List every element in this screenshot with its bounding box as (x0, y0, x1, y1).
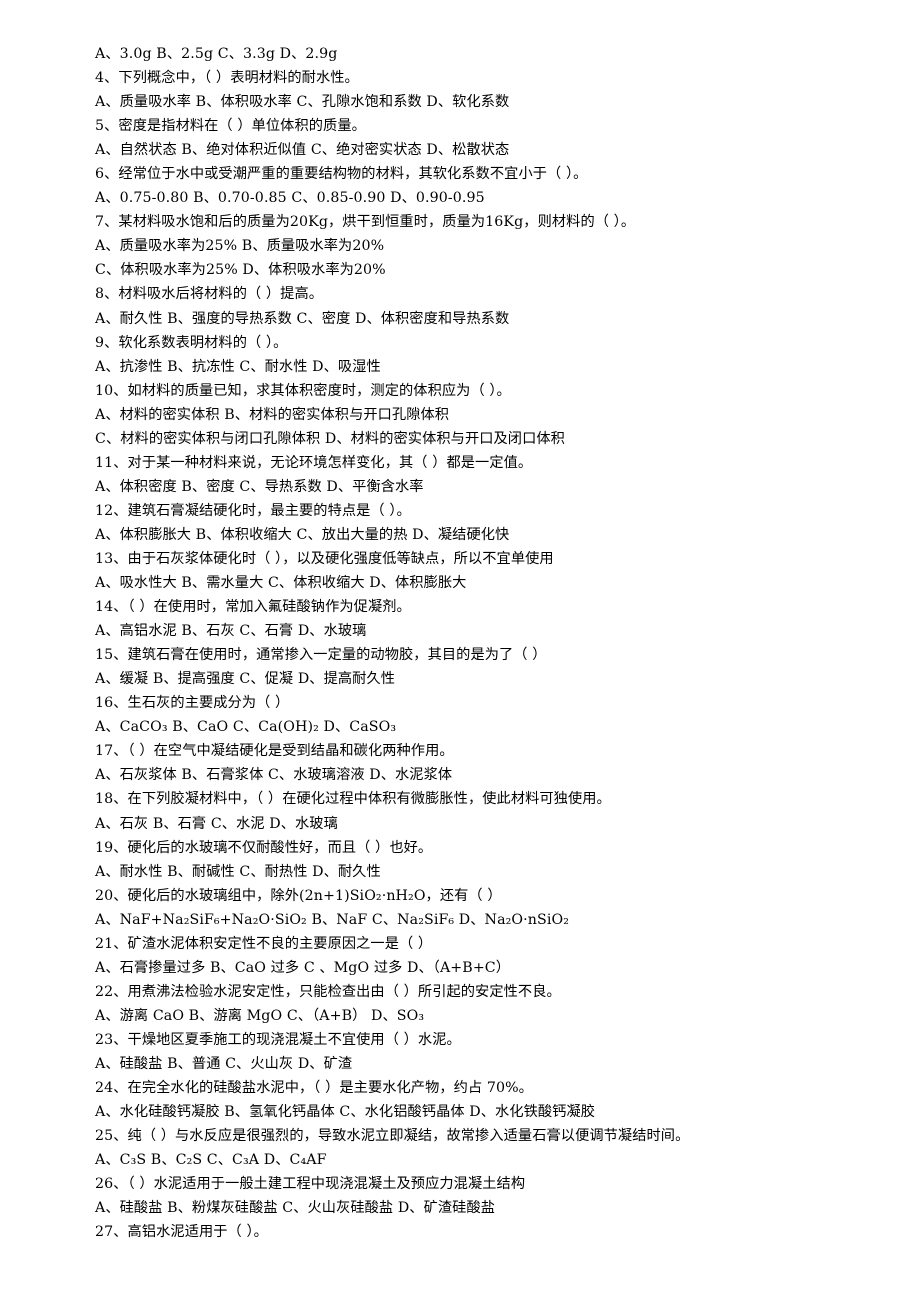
exam-line: A、3.0g B、2.5g C、3.3g D、2.9g (95, 46, 338, 62)
exam-line: 26、（ ）水泥适用于一般土建工程中现浇混凝土及预应力混凝土结构 (95, 1176, 526, 1193)
exam-line: A、吸水性大 B、需水量大 C、体积收缩大 D、体积膨胀大 (95, 575, 467, 592)
exam-line: 21、矿渣水泥体积安定性不良的主要原因之一是（ ） (95, 935, 433, 952)
exam-page: A、3.0g B、2.5g C、3.3g D、2.9g 4、下列概念中，（ ）表明… (0, 0, 920, 1302)
exam-line: A、硅酸盐 B、粉煤灰硅酸盐 C、火山灰硅酸盐 D、矿渣硅酸盐 (95, 1200, 496, 1217)
exam-line: A、体积膨胀大 B、体积收缩大 C、放出大量的热 D、凝结硬化快 (95, 526, 510, 543)
exam-line: A、耐久性 B、强度的导热系数 C、密度 D、体积密度和导热系数 (95, 310, 510, 327)
exam-line: A、材料的密实体积 B、材料的密实体积与开口孔隙体积 (95, 406, 450, 423)
exam-line: 13、由于石灰浆体硬化时（ ），以及硬化强度低等缺点，所以不宜单使用 (95, 550, 554, 567)
exam-line: A、体积密度 B、密度 C、导热系数 D、平衡含水率 (95, 478, 424, 495)
exam-line: 20、硬化后的水玻璃组中，除外(2n+1)SiO₂·nH₂O，还有（ ） (95, 887, 502, 904)
exam-line: 7、某材料吸水饱和后的质量为20Kg，烘干到恒重时，质量为16Kg，则材料的（ … (95, 214, 636, 231)
exam-line: A、质量吸水率 B、体积吸水率 C、孔隙水饱和系数 D、软化系数 (95, 94, 510, 111)
exam-line: A、石灰浆体 B、石膏浆体 C、水玻璃溶液 D、水泥浆体 (95, 767, 453, 784)
exam-line: 14、（ ）在使用时，常加入氟硅酸钠作为促凝剂。 (95, 599, 411, 616)
exam-line: 25、纯（ ）与水反应是很强烈的，导致水泥立即凝结，故常掺入适量石膏以便调节凝结… (95, 1128, 690, 1145)
exam-line: 16、生石灰的主要成分为（ ） (95, 695, 290, 712)
exam-line: 4、下列概念中，（ ）表明材料的耐水性。 (95, 70, 359, 87)
exam-line: 6、经常位于水中或受潮严重的重要结构物的材料，其软化系数不宜小于（ ）。 (95, 166, 588, 183)
exam-line: A、游离 CaO B、游离 MgO C、（A+B） D、SO₃ (95, 1007, 425, 1024)
exam-line: C、材料的密实体积与闭口孔隙体积 D、材料的密实体积与开口及闭口体积 (95, 430, 565, 447)
exam-line: 22、用煮沸法检验水泥安定性，只能检查出由（ ）所引起的安定性不良。 (95, 983, 561, 1000)
exam-line: A、硅酸盐 B、普通 C、火山灰 D、矿渣 (95, 1055, 353, 1072)
exam-line: 15、建筑石膏在使用时，通常掺入一定量的动物胶，其目的是为了（ ） (95, 647, 547, 664)
exam-line: 11、对于某一种材料来说，无论环境怎样变化，其（ ）都是一定值。 (95, 454, 533, 471)
exam-line: 23、干燥地区夏季施工的现浇混凝土不宜使用（ ）水泥。 (95, 1031, 461, 1048)
exam-line: A、自然状态 B、绝对体积近似值 C、绝对密实状态 D、松散状态 (95, 142, 510, 159)
exam-line: A、石膏掺量过多 B、CaO 过多 C 、MgO 过多 D、（A+B+C） (95, 959, 511, 976)
exam-line: 19、硬化后的水玻璃不仅耐酸性好，而且（ ）也好。 (95, 839, 433, 856)
exam-line: A、CaCO₃ B、CaO C、Ca(OH)₂ D、CaSO₃ (95, 719, 397, 736)
exam-line: A、C₃S B、C₂S C、C₃A D、C₄AF (95, 1152, 327, 1169)
exam-line: A、质量吸水率为25% B、质量吸水率为20% (95, 238, 385, 255)
exam-line: 18、在下列胶凝材料中，（ ）在硬化过程中体积有微膨胀性，使此材料可独使用。 (95, 791, 611, 808)
exam-line: 9、软化系数表明材料的（ ）。 (95, 334, 288, 351)
exam-line: A、缓凝 B、提高强度 C、促凝 D、提高耐久性 (95, 671, 396, 688)
exam-line: 17、（ ）在空气中凝结硬化是受到结晶和碳化两种作用。 (95, 743, 454, 760)
exam-line: A、水化硅酸钙凝胶 B、氢氧化钙晶体 C、水化铝酸钙晶体 D、水化铁酸钙凝胶 (95, 1104, 596, 1121)
exam-line: A、高铝水泥 B、石灰 C、石膏 D、水玻璃 (95, 623, 367, 640)
exam-line: 8、材料吸水后将材料的（ ）提高。 (95, 286, 324, 303)
exam-line: 27、高铝水泥适用于（ ）。 (95, 1224, 268, 1241)
exam-line: C、体积吸水率为25% D、体积吸水率为20% (95, 262, 386, 279)
exam-line: A、0.75-0.80 B、0.70-0.85 C、0.85-0.90 D、0.… (95, 190, 485, 207)
exam-line: A、NaF+Na₂SiF₆+Na₂O·SiO₂ B、NaF C、Na₂SiF₆ … (95, 911, 569, 928)
exam-line: 10、如材料的质量已知，求其体积密度时，测定的体积应为（ ）。 (95, 382, 511, 399)
exam-line: 5、密度是指材料在（ ）单位体积的质量。 (95, 118, 366, 135)
exam-line: A、石灰 B、石膏 C、水泥 D、水玻璃 (95, 815, 338, 832)
exam-line: A、耐水性 B、耐碱性 C、耐热性 D、耐久性 (95, 863, 381, 880)
exam-line: 12、建筑石膏凝结硬化时，最主要的特点是（ ）。 (95, 502, 411, 519)
question-list: A、3.0g B、2.5g C、3.3g D、2.9g 4、下列概念中，（ ）表明… (95, 42, 898, 1244)
exam-line: 24、在完全水化的硅酸盐水泥中，（ ）是主要水化产物，约占 70%。 (95, 1080, 533, 1097)
exam-line: A、抗渗性 B、抗冻性 C、耐水性 D、吸湿性 (95, 358, 381, 375)
